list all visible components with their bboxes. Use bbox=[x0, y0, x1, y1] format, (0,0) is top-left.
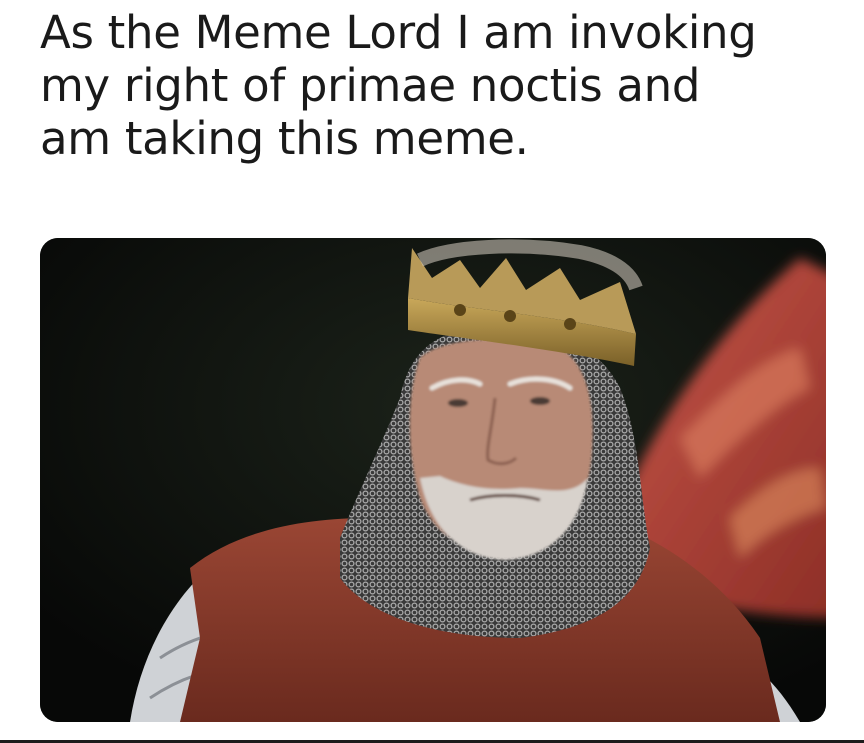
meme-page: As the Meme Lord I am invoking my right … bbox=[0, 0, 864, 743]
king-illustration bbox=[40, 238, 826, 722]
meme-caption: As the Meme Lord I am invoking my right … bbox=[40, 6, 757, 165]
meme-photo bbox=[40, 238, 826, 722]
